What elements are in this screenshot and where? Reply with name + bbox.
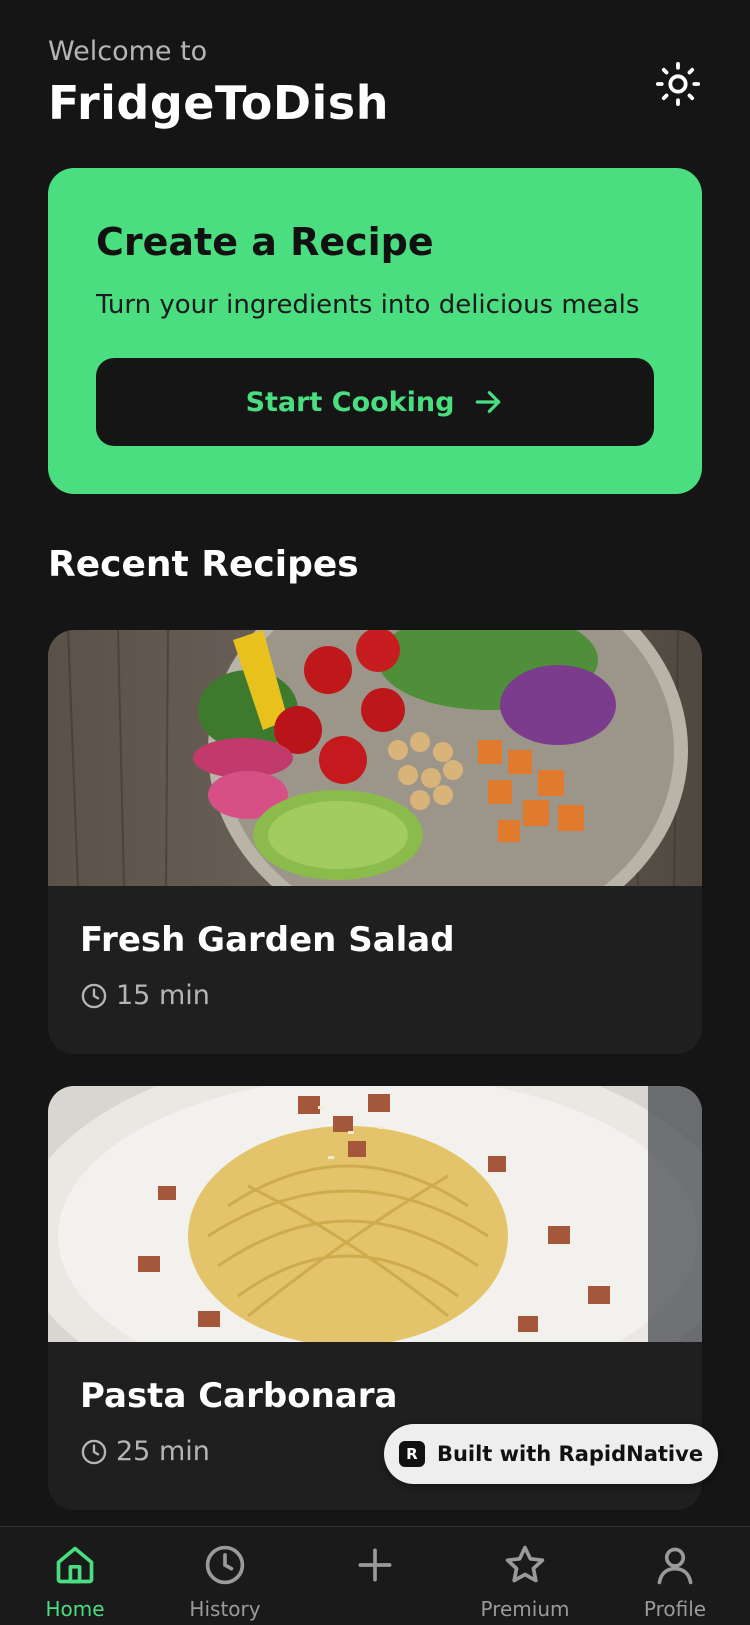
app-title: FridgeToDish [48,76,389,130]
tab-profile[interactable]: Profile [600,1527,750,1625]
built-with-rapidnative-badge[interactable]: R Built with RapidNative [384,1424,718,1484]
salad-bowl-photo [48,630,702,886]
home-icon [56,1546,94,1584]
header: Welcome to FridgeToDish [48,36,702,136]
recipe-time: 15 min [80,980,210,1011]
recipe-card-fresh-garden-salad[interactable]: Fresh Garden Salad 15 min [48,630,702,1054]
start-cooking-button[interactable]: Start Cooking [96,358,654,446]
bottom-tab-bar: Home History Premium Profile [0,1526,750,1625]
recipe-name: Pasta Carbonara [80,1376,398,1416]
clock-icon [81,983,107,1008]
tab-label: Home [45,1597,105,1621]
tab-label: History [189,1597,261,1621]
recent-recipes-heading: Recent Recipes [48,544,359,585]
arrow-right-icon [476,391,501,413]
theme-toggle-button[interactable] [654,60,702,108]
clock-icon [81,1439,107,1464]
tab-label: Premium [480,1597,570,1621]
recipe-time: 25 min [80,1436,210,1467]
welcome-text: Welcome to [48,36,208,67]
tab-home[interactable]: Home [0,1527,150,1625]
recipe-name: Fresh Garden Salad [80,920,455,960]
recipe-time-label: 25 min [116,1436,210,1467]
plus-icon [358,1548,392,1582]
start-cooking-label: Start Cooking [245,386,455,418]
tab-label: Profile [643,1597,707,1621]
tab-history[interactable]: History [150,1527,300,1625]
create-recipe-title: Create a Recipe [96,220,434,264]
create-recipe-card: Create a Recipe Turn your ingredients in… [48,168,702,494]
create-recipe-subtitle: Turn your ingredients into delicious mea… [96,290,640,320]
star-icon [505,1545,545,1583]
user-icon [657,1547,693,1585]
pasta-carbonara-photo [48,1086,702,1342]
built-with-label: Built with RapidNative [436,1442,704,1466]
clock-icon [205,1545,245,1585]
rapidnative-logo-icon: R [398,1441,425,1467]
sun-icon [655,61,701,107]
tab-premium[interactable]: Premium [450,1527,600,1625]
tab-create[interactable] [300,1527,450,1625]
recipe-time-label: 15 min [116,980,210,1011]
